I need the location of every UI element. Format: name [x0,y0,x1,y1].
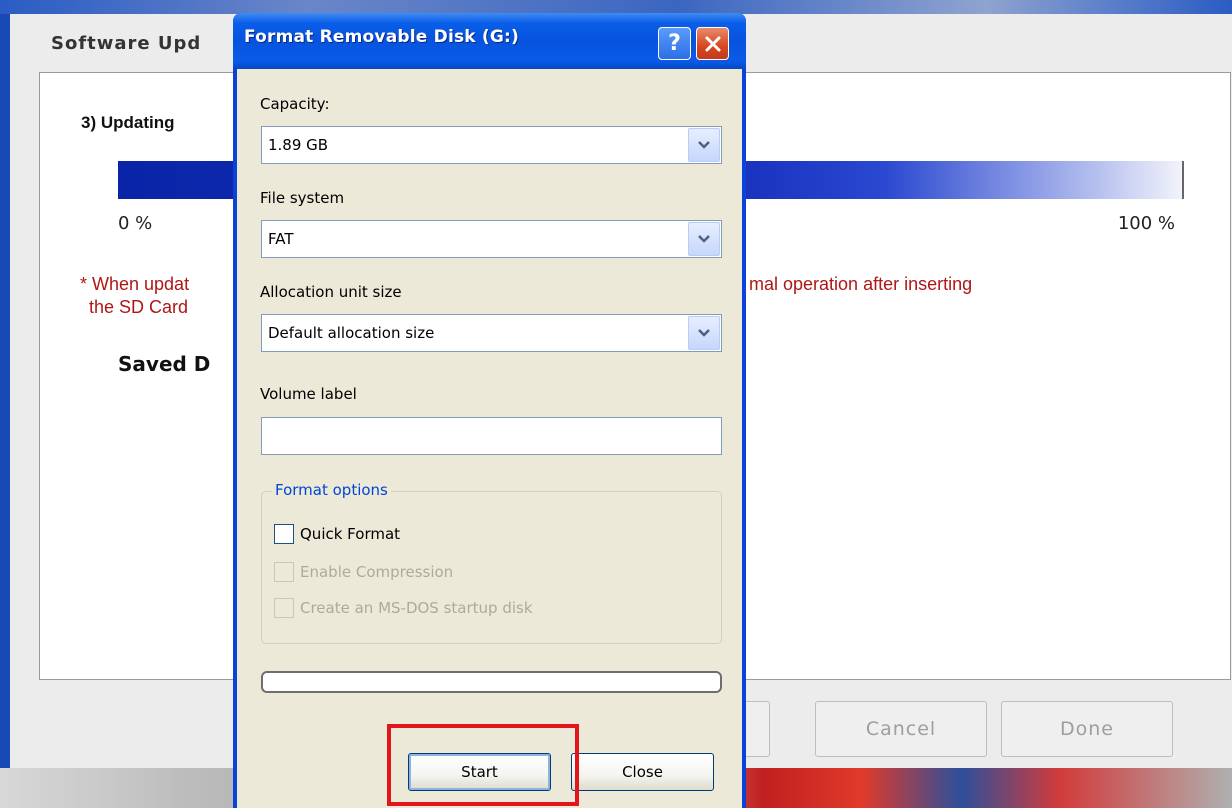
close-icon [705,36,720,51]
capacity-label: Capacity: [260,95,330,113]
note-line1-right: mal operation after inserting [749,274,973,294]
quick-format-option[interactable]: Quick Format [274,524,400,544]
capacity-select[interactable]: 1.89 GB [261,126,722,164]
enable-compression-label: Enable Compression [300,563,454,581]
format-options-group: Format options Quick Format Enable Compr… [261,481,722,644]
progress-min-label: 0 % [118,213,153,234]
start-button-highlight [387,724,579,806]
format-dialog-body: Capacity: 1.89 GB File system FAT Alloca… [237,69,742,808]
progress-max-label: 100 % [1117,213,1175,234]
volume-label-label: Volume label [260,385,357,403]
format-options-legend: Format options [272,481,391,499]
msdos-startup-option: Create an MS-DOS startup disk [274,598,533,618]
chevron-down-icon [698,329,710,337]
cancel-button[interactable]: Cancel [815,701,987,757]
software-update-title: Software Upd [51,33,202,54]
enable-compression-checkbox [274,562,294,582]
enable-compression-option: Enable Compression [274,562,453,582]
done-button[interactable]: Done [1001,701,1173,757]
format-dialog-titlebar[interactable]: Format Removable Disk (G:) ? [233,13,746,69]
msdos-startup-label: Create an MS-DOS startup disk [300,599,533,617]
chevron-down-icon [698,141,710,149]
chevron-down-icon [698,235,710,243]
saved-data-label: Saved D [118,352,211,376]
capacity-dropdown-button[interactable] [688,128,720,162]
allocation-unit-select[interactable]: Default allocation size [261,314,722,352]
allocation-unit-dropdown-button[interactable] [688,316,720,350]
volume-label-input[interactable] [261,417,722,455]
step-label: 3) Updating [81,113,175,132]
note-line1-left: * When updat [80,274,190,294]
format-progress-bar [261,671,722,693]
capacity-value: 1.89 GB [268,136,329,154]
msdos-startup-checkbox [274,598,294,618]
allocation-unit-value: Default allocation size [268,324,435,342]
desktop-wallpaper-top [0,0,1232,14]
note-line2: the SD Card [89,297,189,317]
close-button[interactable]: Close [571,753,714,791]
help-button[interactable]: ? [658,27,691,60]
title-close-button[interactable] [696,27,729,60]
file-system-label: File system [260,189,345,207]
file-system-select[interactable]: FAT [261,220,722,258]
allocation-unit-label: Allocation unit size [260,283,402,301]
format-dialog-title: Format Removable Disk (G:) [244,27,520,47]
format-dialog: Format Removable Disk (G:) ? Capacity: 1… [233,13,746,808]
help-icon: ? [668,31,681,56]
file-system-value: FAT [268,230,294,248]
quick-format-checkbox[interactable] [274,524,294,544]
file-system-dropdown-button[interactable] [688,222,720,256]
quick-format-label: Quick Format [300,525,401,543]
